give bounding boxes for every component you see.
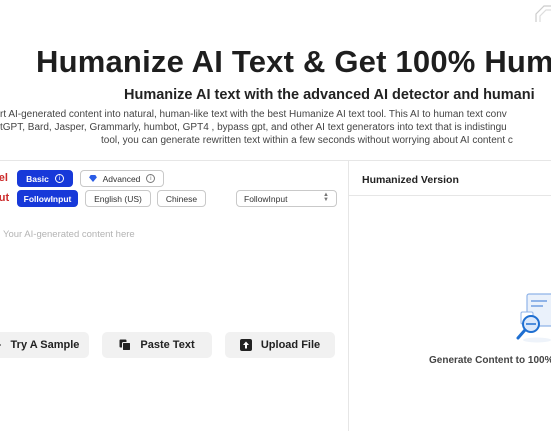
description-line-3: tool, you can generate rewritten text wi… xyxy=(101,135,513,146)
sample-icon xyxy=(0,344,1,346)
description-line-1: rt AI-generated content into natural, hu… xyxy=(0,109,507,120)
try-sample-label: Try A Sample xyxy=(10,339,80,351)
try-sample-button[interactable]: Try A Sample xyxy=(0,332,89,358)
output-empty-text: Generate Content to 100% xyxy=(429,355,551,366)
model-basic-button[interactable]: Basic i xyxy=(17,170,73,187)
upload-file-button[interactable]: Upload File xyxy=(225,332,335,358)
model-advanced-label: Advanced xyxy=(102,173,141,184)
upload-file-label: Upload File xyxy=(260,339,321,351)
diamond-icon xyxy=(88,175,97,182)
model-label: del xyxy=(0,172,8,184)
output-header-divider xyxy=(349,195,551,196)
language-select[interactable]: FollowInput ▲ ▼ xyxy=(236,190,337,207)
paste-text-label: Paste Text xyxy=(140,339,195,351)
description-line-2: tGPT, Bard, Jasper, Grammarly, humbot, G… xyxy=(0,122,507,133)
lang-followinput-label: FollowInput xyxy=(23,193,72,204)
humanized-version-title: Humanized Version xyxy=(362,174,459,186)
lang-chinese-label: Chinese xyxy=(165,193,198,204)
upload-icon xyxy=(239,339,252,351)
info-icon: i xyxy=(146,174,156,183)
lang-followinput-button[interactable]: FollowInput xyxy=(17,190,78,207)
lang-english-label: English (US) xyxy=(94,193,142,204)
page-subtitle: Humanize AI text with the advanced AI de… xyxy=(124,87,535,103)
lang-english-button[interactable]: English (US) xyxy=(85,190,151,207)
model-basic-label: Basic xyxy=(26,173,49,184)
chevron-updown-icon: ▲ ▼ xyxy=(323,192,329,203)
input-placeholder[interactable]: Your AI-generated content here xyxy=(3,229,135,240)
language-select-value: FollowInput xyxy=(244,193,288,204)
panel-divider xyxy=(348,160,349,431)
lang-chinese-button[interactable]: Chinese xyxy=(157,190,206,207)
corner-icon xyxy=(535,5,551,22)
output-label: out xyxy=(0,192,10,204)
paste-icon xyxy=(119,339,132,351)
document-search-icon xyxy=(516,293,551,343)
info-icon: i xyxy=(54,174,64,183)
paste-text-button[interactable]: Paste Text xyxy=(102,332,212,358)
page-title: Humanize AI Text & Get 100% Huma xyxy=(36,44,551,79)
model-advanced-button[interactable]: Advanced i xyxy=(80,170,164,187)
